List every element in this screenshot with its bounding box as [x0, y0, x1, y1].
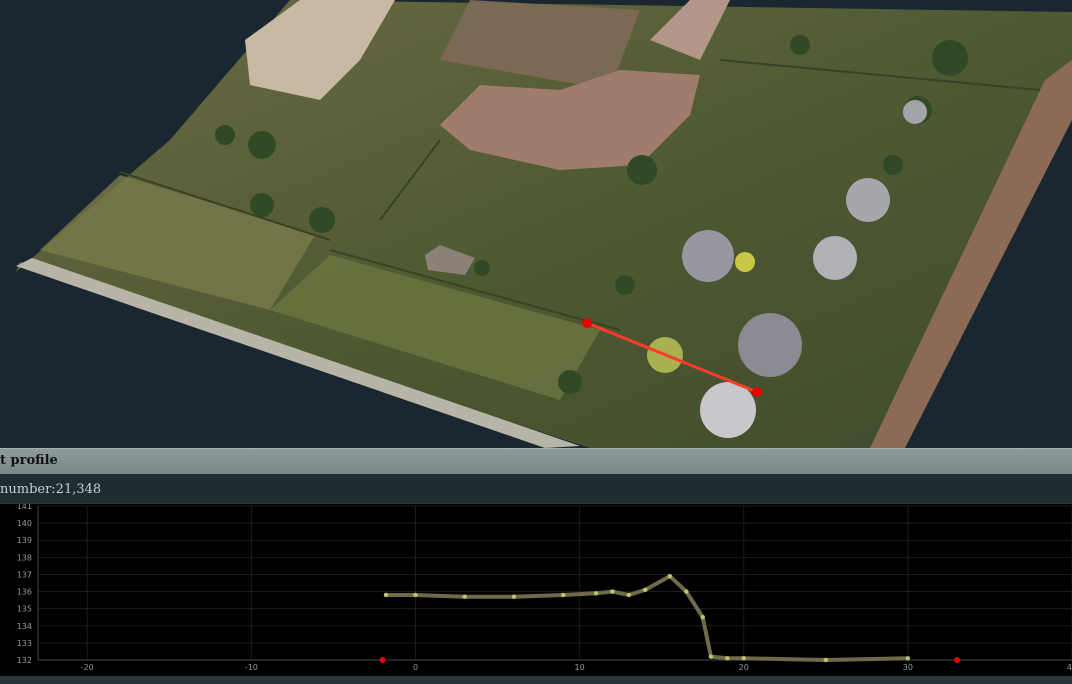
- y-tick-label: 137: [17, 570, 32, 579]
- profile-point: [383, 592, 389, 598]
- profile-point: [667, 573, 673, 579]
- x-tick-label: 30: [903, 663, 913, 672]
- profile-chart[interactable]: 132 133 134 135 136 137 138 139 140 141 -20 -10 0 10 2…: [0, 504, 1072, 676]
- y-tick-label: 134: [17, 622, 32, 631]
- profile-point: [905, 656, 911, 661]
- profile-end-marker[interactable]: [752, 387, 762, 397]
- profile-point: [462, 594, 467, 599]
- profile-start-marker[interactable]: [582, 318, 592, 328]
- profile-point: [741, 656, 746, 661]
- profile-info-bar: number:21,348: [0, 474, 1072, 504]
- x-tick-label: 0: [413, 663, 418, 672]
- x-tick-label: -10: [245, 663, 258, 672]
- x-tick-label: 20: [739, 663, 749, 672]
- profile-point: [643, 587, 648, 593]
- y-tick-label: 140: [17, 519, 32, 528]
- profile-point: [725, 656, 730, 661]
- profile-point: [684, 589, 689, 594]
- profile-point: [413, 592, 418, 598]
- point-count-label: number:21,348: [0, 482, 102, 497]
- profile-point: [626, 592, 632, 598]
- 3d-point-cloud-viewport[interactable]: [0, 0, 1072, 448]
- profile-point: [511, 594, 517, 599]
- profile-point: [700, 615, 705, 620]
- profile-point: [593, 591, 599, 596]
- panel-title: t profile: [0, 453, 58, 468]
- y-tick-label: 139: [17, 536, 32, 545]
- y-tick-label: 135: [17, 605, 32, 614]
- profile-point: [561, 592, 566, 598]
- chart-grid: [38, 505, 1072, 661]
- x-tick-label: 10: [575, 663, 585, 672]
- profile-points: [383, 573, 911, 663]
- y-tick-label: 132: [17, 656, 32, 665]
- chart-axes: 132 133 134 135 136 137 138 139 140 141 -20 -10 0 10 2…: [17, 504, 1072, 672]
- y-tick-label: 138: [17, 553, 32, 562]
- bottom-strip: [0, 676, 1072, 684]
- profile-point: [708, 654, 714, 659]
- profile-point: [823, 657, 829, 663]
- profile-endpoint-marker: [379, 657, 386, 663]
- y-tick-label: 133: [17, 639, 32, 648]
- x-tick-label: 40: [1067, 663, 1072, 672]
- y-tick-label: 136: [17, 588, 32, 597]
- profile-point: [610, 589, 615, 594]
- y-tick-label: 141: [17, 504, 32, 511]
- profile-panel-header[interactable]: t profile: [0, 448, 1072, 474]
- profile-endpoint-marker: [954, 657, 961, 663]
- x-tick-label: -20: [81, 663, 94, 672]
